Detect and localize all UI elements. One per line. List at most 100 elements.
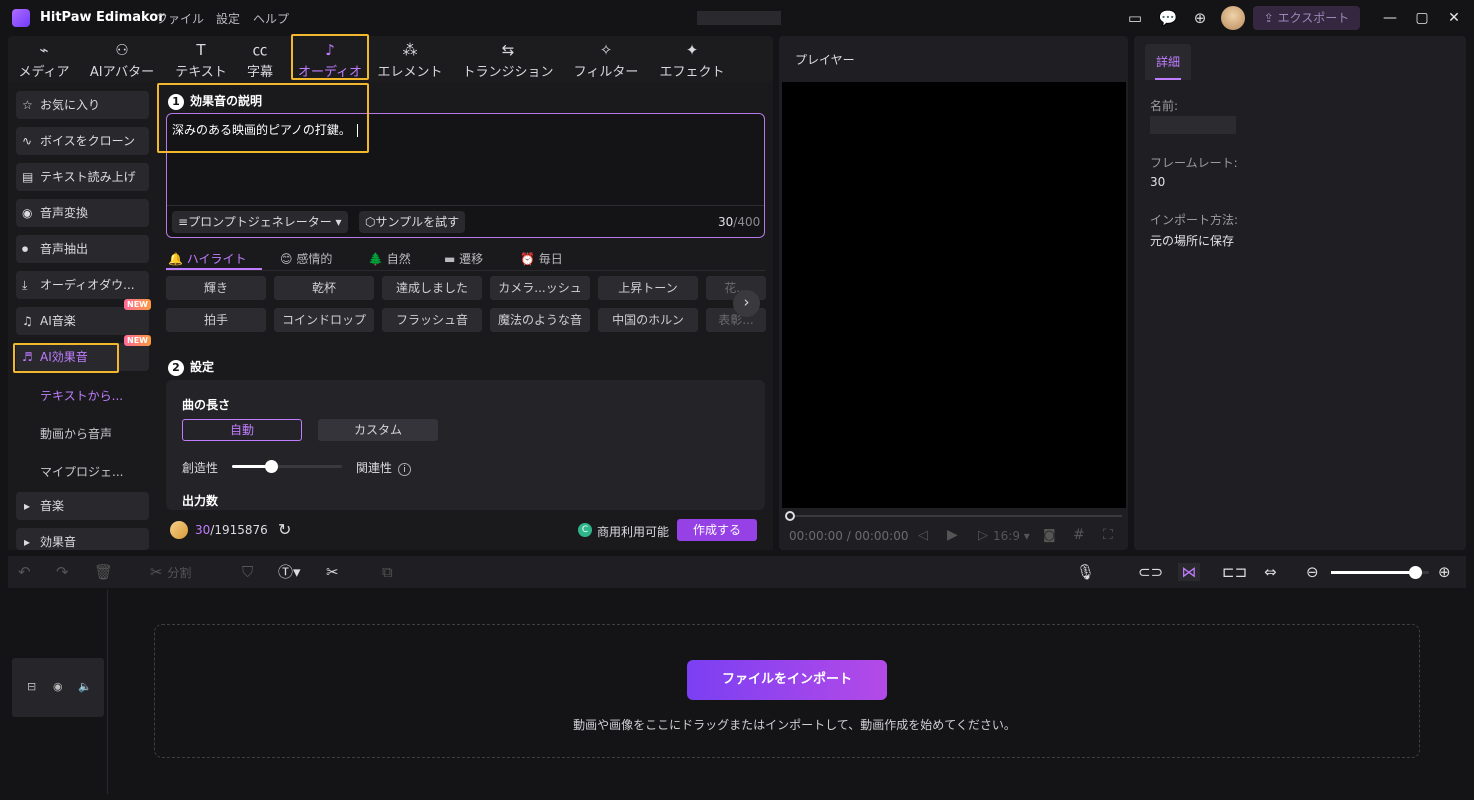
prompt-text: 深みのある映画的ピアノの打鍵。 <box>172 121 358 138</box>
info-icon[interactable]: i <box>398 463 412 476</box>
microphone-icon[interactable]: 🎙 <box>1076 563 1095 581</box>
sidebar-group-music[interactable]: ▸ 音楽 <box>16 492 149 520</box>
chip-camera-flash[interactable]: カメラ...ッシュ <box>490 276 590 300</box>
chip-cheers[interactable]: 乾杯 <box>274 276 374 300</box>
chevron-right-icon: › <box>743 293 750 311</box>
feedback-icon[interactable]: 💬 <box>1158 9 1178 27</box>
play-icon[interactable]: ▶ <box>947 527 958 543</box>
freeze-icon[interactable]: ⧉ <box>382 563 393 581</box>
chips-next-button[interactable]: › <box>733 290 760 317</box>
chip-chinese-horn[interactable]: 中国のホルン <box>598 308 698 332</box>
sidebar-item-audio-download[interactable]: ⤓ オーディオダウ... <box>16 271 149 299</box>
refresh-icon[interactable]: ↻ <box>278 520 291 539</box>
maximize-icon[interactable]: ▢ <box>1411 8 1433 28</box>
sidebar-sub-video-to-audio[interactable]: 動画から音声 <box>40 425 112 442</box>
sidebar-sub-my-projects[interactable]: マイプロジェ... <box>40 463 123 480</box>
undo-icon[interactable]: ↶ <box>18 563 31 581</box>
try-sample-button[interactable]: ⬡サンプルを試す <box>359 211 466 233</box>
sidebar-item-tts[interactable]: ▤ テキスト読み上げ <box>16 163 149 191</box>
tab-filter[interactable]: ✧ フィルター <box>570 40 642 80</box>
sidebar-item-label: AI音楽 <box>40 314 76 328</box>
highlight-ai-sfx <box>13 343 119 373</box>
category-emotional[interactable]: 😊 感情的 <box>280 250 332 267</box>
grid-icon[interactable]: # <box>1073 527 1085 543</box>
prev-frame-icon[interactable]: ◁ <box>918 528 928 543</box>
chip-coin-drop[interactable]: コインドロップ <box>274 308 374 332</box>
zoom-out-icon[interactable]: ⊖ <box>1306 563 1319 581</box>
creativity-slider-handle[interactable] <box>264 460 278 473</box>
tab-transition[interactable]: ⇆ トランジション <box>460 40 556 80</box>
length-custom-button[interactable]: カスタム <box>318 419 438 441</box>
settings-heading: 2 設定 <box>168 358 214 376</box>
sidebar-item-voice-extract[interactable]: ⏺ 音声抽出 <box>16 235 149 263</box>
sidebar-item-favorites[interactable]: ☆ お気に入り <box>16 91 149 119</box>
redo-icon[interactable]: ↷ <box>56 563 69 581</box>
tab-text[interactable]: T テキスト <box>172 40 230 80</box>
sidebar-item-voice-clone[interactable]: ∿ ボイスをクローン <box>16 127 149 155</box>
fit-icon[interactable]: ⇔ <box>1264 563 1277 581</box>
category-transition[interactable]: ▬ 遷移 <box>444 250 483 267</box>
sidebar-sub-text-to-sfx[interactable]: テキストから... <box>40 387 123 404</box>
tab-effect[interactable]: ✦ エフェクト <box>656 40 728 80</box>
chip-achieved[interactable]: 達成しました <box>382 276 482 300</box>
creativity-slider[interactable] <box>232 460 342 473</box>
menu-settings[interactable]: 設定 <box>216 10 240 27</box>
fullscreen-icon[interactable]: ⛶ <box>1103 527 1113 543</box>
zoom-in-icon[interactable]: ⊕ <box>1438 563 1451 581</box>
new-badge: NEW <box>124 335 151 346</box>
category-daily[interactable]: ⏰ 毎日 <box>520 250 563 267</box>
effect-icon: ✦ <box>685 41 699 59</box>
chip-sparkle[interactable]: 輝き <box>166 276 266 300</box>
menu-help[interactable]: ヘルプ <box>253 10 289 27</box>
waveform-icon: ∿ <box>22 134 33 148</box>
sidebar-group-sfx[interactable]: ▸ 効果音 <box>16 528 149 550</box>
category-nature[interactable]: 🌲 自然 <box>368 250 411 267</box>
tab-element[interactable]: ⁂ エレメント <box>376 40 444 80</box>
sidebar-item-ai-music[interactable]: ♫ AI音楽 NEW <box>16 299 151 335</box>
next-frame-icon[interactable]: ▷ <box>978 528 988 543</box>
chip-rising-tone[interactable]: 上昇トーン <box>598 276 698 300</box>
track-audio-icon[interactable]: 🔈 <box>78 680 92 693</box>
download-icon[interactable]: ⊕ <box>1190 9 1210 27</box>
delete-icon[interactable]: 🗑 <box>94 563 113 581</box>
minimize-icon[interactable]: — <box>1379 8 1401 28</box>
chevron-down-icon: ▾ <box>1019 529 1030 543</box>
text-icon: T <box>196 41 206 59</box>
chip-flash-sound[interactable]: フラッシュ音 <box>382 308 482 332</box>
text-tool-icon[interactable]: Ⓣ▾ <box>278 563 301 581</box>
avatar[interactable] <box>1221 6 1245 30</box>
sidebar-item-voice-change[interactable]: ◉ 音声変換 <box>16 199 149 227</box>
chip-applause[interactable]: 拍手 <box>166 308 266 332</box>
counter-max: /400 <box>733 215 761 229</box>
camera-icon[interactable]: ◙ <box>1043 528 1056 543</box>
create-button[interactable]: 作成する <box>677 519 757 541</box>
split-label: 分割 <box>167 566 192 580</box>
track-visibility-icon[interactable]: ◉ <box>53 680 63 693</box>
seek-handle[interactable] <box>785 511 795 521</box>
tab-ai-avatar[interactable]: ⚇ AIアバター <box>86 40 158 80</box>
length-auto-button[interactable]: 自動 <box>182 419 302 441</box>
magnet-icon[interactable]: ⋈ <box>1178 563 1200 581</box>
chip-magic-sound[interactable]: 魔法のような音 <box>490 308 590 332</box>
preview-screen <box>782 82 1126 508</box>
link-icon[interactable]: ⊂⊃ <box>1138 563 1163 581</box>
tab-audio[interactable]: ♪ オーディオ <box>291 34 369 80</box>
export-button[interactable]: ⇪ エクスポート <box>1253 6 1360 30</box>
layout-icon[interactable]: ▭ <box>1125 9 1145 27</box>
zoom-slider-fill <box>1331 571 1416 574</box>
prompt-generator-button[interactable]: ≡プロンプトジェネレーター ▾ <box>172 211 348 233</box>
aspect-ratio-select[interactable]: 16:9 ▾ <box>993 529 1030 543</box>
zoom-slider[interactable] <box>1331 566 1429 579</box>
menu-file[interactable]: ファイル <box>156 10 204 27</box>
close-icon[interactable]: ✕ <box>1443 8 1465 28</box>
track-lock-icon[interactable]: ⊟ <box>27 680 36 693</box>
split-view-icon[interactable]: ⊏⊐ <box>1222 563 1247 581</box>
tab-media[interactable]: ⌁ メディア <box>14 40 74 80</box>
category-highlight[interactable]: 🔔 ハイライト <box>168 250 247 267</box>
tab-subtitle[interactable]: ㏄字幕 <box>242 40 278 80</box>
cut-tool-icon[interactable]: ✂ <box>326 563 339 581</box>
seek-bar[interactable] <box>790 515 1122 517</box>
import-file-button[interactable]: ファイルをインポート <box>687 660 887 700</box>
mark-icon[interactable]: ⛉ <box>242 563 253 581</box>
split-button[interactable]: ✂ 分割 <box>150 563 191 581</box>
